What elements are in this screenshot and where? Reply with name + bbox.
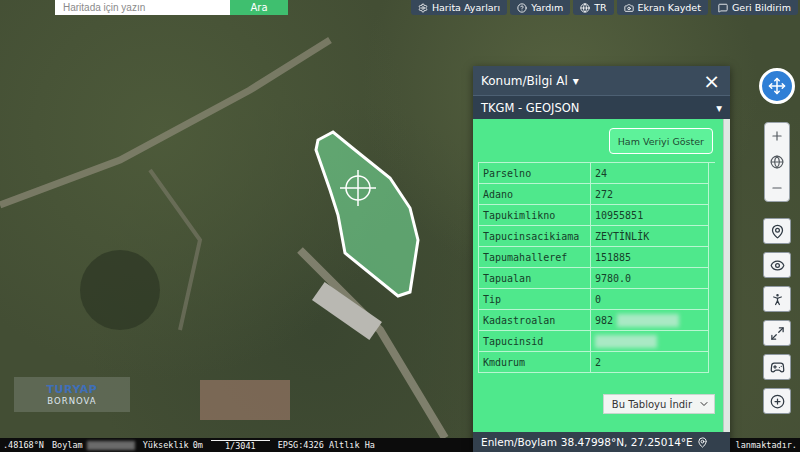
close-button[interactable]: × [701,71,722,91]
gamepad-icon [770,360,785,375]
table-value: 982 [591,310,709,331]
blurred-value [595,335,657,348]
table-value: 10955851 [591,205,709,226]
table-value [591,331,709,352]
top-button-icon [517,3,527,13]
table-value: ZEYTİNLİK [591,226,709,247]
table-key: Adano [479,184,591,205]
table-key: Tapucinsid [479,331,591,352]
eye-icon [770,258,785,273]
zoom-out-button[interactable] [765,175,789,201]
zoom-group [764,122,790,202]
table-value: 151885 [591,247,709,268]
globe-button[interactable] [765,149,789,175]
top-button[interactable]: Ekran Kaydet [617,0,708,15]
top-button[interactable]: Harita Ayarları [411,0,507,15]
top-bar: Ara Harita AyarlarıYardımTR Ekran KaydetGe… [55,0,800,15]
table-key: Tip [479,289,591,310]
top-button[interactable]: TR [573,0,613,15]
person-icon [770,292,785,307]
top-button-icon [418,3,428,13]
top-button-icon [624,3,634,13]
table-key: Tapucinsacikiama [479,226,591,247]
search-input[interactable] [55,0,230,15]
table-key: Tapumahalleref [479,247,591,268]
tool-button[interactable] [763,354,791,380]
coords-footer: Enlem/Boylam38.47998°N, 27.25014°E [473,432,730,452]
panel-header: Konum/Bilgi Al▾ × [473,66,730,95]
map-pin-icon [770,224,785,239]
scrollbar[interactable] [723,119,730,432]
expand-icon [770,326,785,341]
tool-button[interactable] [763,218,791,244]
raw-data-button[interactable]: Ham Veriyi Göster [609,128,713,154]
plus-circle-icon [770,394,785,409]
agency-logo: TURYAPBORNOVA [14,377,130,412]
top-buttons: Harita AyarlarıYardımTR Ekran KaydetGeri … [411,0,798,15]
parcel-polygon[interactable] [316,132,418,296]
top-button[interactable]: Yardım [510,0,570,15]
compass-icon [768,77,786,95]
globe-icon [770,155,784,169]
info-panel: Konum/Bilgi Al▾×TKGM - GEOJSON▾Ham Veriy… [473,66,730,452]
table-key: Tapualan [479,268,591,289]
tool-button[interactable] [763,320,791,346]
search-group: Ara [55,0,288,15]
table-key: Kadastroalan [479,310,591,331]
table-value: 2 [591,352,709,373]
tool-button[interactable] [763,388,791,414]
crosshair-icon [340,170,376,206]
top-button-icon [580,3,590,13]
info-table: Parselno24Adano272Tapukimlikno10955851Ta… [478,162,715,373]
table-value: 0 [591,289,709,310]
blurred-value [617,314,679,327]
plus-icon [770,129,784,143]
top-button-icon [718,3,728,13]
table-value: 272 [591,184,709,205]
search-button[interactable]: Ara [230,0,288,15]
table-value: 9780.0 [591,268,709,289]
scale-bar: 1/3041 [211,440,270,451]
map-controls [759,68,795,414]
table-key: Tapukimlikno [479,205,591,226]
tool-button[interactable] [763,252,791,278]
panel-title[interactable]: Konum/Bilgi Al▾ [481,74,579,88]
location-icon[interactable] [697,437,708,448]
tool-button[interactable] [763,286,791,312]
compass-button[interactable] [759,68,795,104]
zoom-in-button[interactable] [765,123,789,149]
table-value: 24 [591,163,709,184]
download-button[interactable]: Bu Tabloyu İndir [603,394,715,414]
chevron-down-icon [698,398,710,410]
map-app: Ara Harita AyarlarıYardımTR Ekran KaydetGe… [0,0,800,452]
table-key: Kmdurum [479,352,591,373]
minus-icon [770,181,784,195]
blurred-value [87,441,135,450]
source-select[interactable]: TKGM - GEOJSON▾ [473,95,730,119]
panel-body: Ham Veriyi Göster Parselno24Adano272Tapuk… [473,119,730,432]
table-key: Parselno [479,163,591,184]
top-button[interactable]: Geri Bildirim [711,0,798,15]
